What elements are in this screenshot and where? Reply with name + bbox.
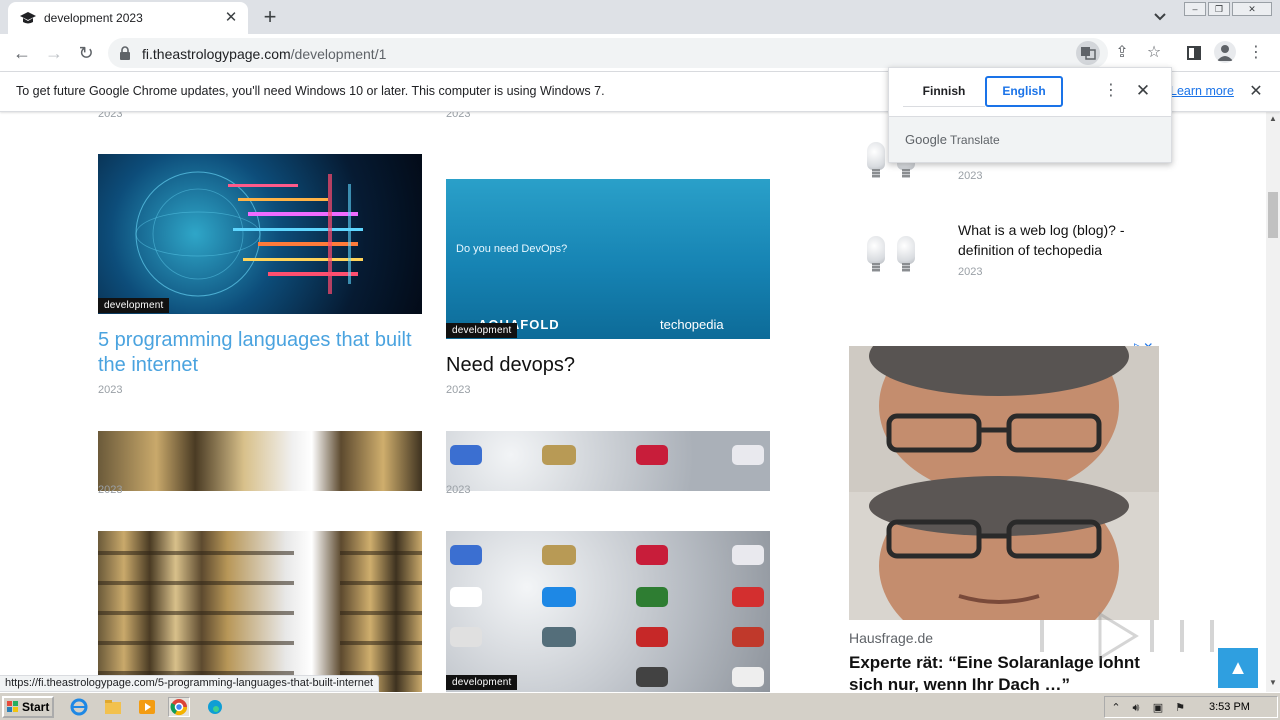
edge-icon[interactable] bbox=[204, 697, 226, 717]
target-language-tab[interactable]: English bbox=[985, 76, 1063, 107]
back-to-top-button[interactable]: ▲ bbox=[1218, 648, 1258, 688]
translate-options-icon[interactable]: ⋮ bbox=[1101, 80, 1121, 102]
post-year: 2023 bbox=[98, 484, 123, 496]
restore-button[interactable]: ❐ bbox=[1208, 2, 1230, 16]
post-title-link[interactable]: 5 programming languages that built the i… bbox=[98, 328, 438, 378]
lightbulb-thumbnail[interactable] bbox=[897, 236, 915, 272]
window-close-button[interactable]: ✕ bbox=[1232, 2, 1272, 16]
network-icon[interactable]: ▣ bbox=[1151, 701, 1165, 715]
post-thumbnail-cipher-machine[interactable] bbox=[98, 431, 422, 491]
windows-taskbar: Start ⌃ 🔊︎ ▣ ⚑ 3:53 PM bbox=[0, 692, 1280, 720]
internet-explorer-icon[interactable] bbox=[68, 697, 90, 717]
scroll-up-arrow-icon[interactable]: ▲ bbox=[1268, 114, 1278, 124]
chrome-taskbar-icon[interactable] bbox=[168, 697, 190, 717]
bookmark-star-icon[interactable]: ☆ bbox=[1142, 41, 1166, 65]
share-icon[interactable]: ⇪ bbox=[1110, 41, 1134, 65]
google-translate-brand: Google Translate bbox=[905, 132, 1000, 147]
sidebar-post-title[interactable]: What is a web log (blog)? - definition o… bbox=[958, 220, 1138, 260]
action-center-flag-icon[interactable]: ⚑ bbox=[1173, 701, 1187, 715]
forward-arrow-icon[interactable]: → bbox=[42, 41, 66, 65]
new-tab-button[interactable]: + bbox=[258, 6, 282, 30]
start-label: Start bbox=[22, 700, 50, 714]
translate-popup: Finnish English ⋮ ✕ Google Translate bbox=[888, 67, 1172, 163]
web-page: 2023 2023 development 5 programming lang… bbox=[0, 112, 1266, 692]
category-badge[interactable]: development bbox=[98, 298, 170, 313]
learn-more-link[interactable]: Learn more bbox=[1170, 84, 1234, 98]
post-thumbnail-app-icons[interactable] bbox=[446, 531, 770, 692]
scrollbar-thumb[interactable] bbox=[1268, 192, 1278, 238]
post-thumbnail-devops[interactable]: Do you need DevOps? AQUAFOLD techopedia bbox=[446, 179, 770, 339]
graduation-cap-icon bbox=[20, 12, 36, 24]
lightbulb-thumbnail[interactable] bbox=[867, 236, 885, 272]
media-player-icon[interactable] bbox=[136, 697, 158, 717]
post-thumbnail-cipher-machine[interactable] bbox=[98, 531, 422, 692]
source-language-tab[interactable]: Finnish bbox=[903, 76, 985, 107]
url-text: fi.theastrologypage.com/development/1 bbox=[142, 46, 387, 62]
post-year: 2023 bbox=[446, 112, 471, 120]
reload-icon[interactable]: ↻ bbox=[74, 41, 98, 65]
post-thumbnail-app-icons[interactable] bbox=[446, 431, 770, 491]
lightbulb-thumbnail[interactable] bbox=[867, 142, 885, 178]
browser-tab[interactable]: development 2023 ✕ bbox=[8, 2, 248, 34]
translate-icon[interactable] bbox=[1076, 41, 1100, 65]
link-status-bubble: https://fi.theastrologypage.com/5-progra… bbox=[0, 675, 380, 692]
kebab-menu-icon[interactable]: ⋮ bbox=[1244, 41, 1268, 65]
translate-footer: Google Translate bbox=[889, 116, 1171, 162]
ad-source[interactable]: Hausfrage.de bbox=[849, 630, 933, 646]
file-explorer-icon[interactable] bbox=[102, 697, 124, 717]
post-year: 2023 bbox=[446, 484, 471, 496]
tab-search-chevron-icon[interactable] bbox=[1150, 8, 1170, 26]
scroll-down-arrow-icon[interactable]: ▼ bbox=[1268, 678, 1278, 688]
back-arrow-icon[interactable]: ← bbox=[10, 41, 34, 65]
infobar-message: To get future Google Chrome updates, you… bbox=[16, 84, 605, 98]
tab-strip: development 2023 ✕ + – ❐ ✕ bbox=[0, 0, 1280, 34]
tab-close-icon[interactable]: ✕ bbox=[222, 9, 240, 27]
start-button[interactable]: Start bbox=[2, 696, 54, 718]
category-badge[interactable]: development bbox=[446, 675, 518, 690]
address-bar[interactable]: fi.theastrologypage.com/development/1 bbox=[108, 38, 1108, 68]
post-year: 2023 bbox=[98, 112, 123, 120]
post-year: 2023 bbox=[446, 384, 471, 396]
ad-image[interactable] bbox=[849, 346, 1159, 620]
profile-avatar-icon[interactable] bbox=[1214, 41, 1236, 63]
category-badge[interactable]: development bbox=[446, 323, 518, 338]
post-thumbnail-digital-globe[interactable] bbox=[98, 154, 422, 314]
minimize-button[interactable]: – bbox=[1184, 2, 1206, 16]
techopedia-logo: techopedia bbox=[660, 317, 724, 332]
volume-icon[interactable]: 🔊︎ bbox=[1129, 701, 1143, 715]
tray-expand-icon[interactable]: ⌃ bbox=[1109, 701, 1123, 715]
taskbar-clock[interactable]: 3:53 PM bbox=[1209, 701, 1250, 713]
system-tray: ⌃ 🔊︎ ▣ ⚑ 3:53 PM bbox=[1104, 696, 1278, 718]
tab-title: development 2023 bbox=[44, 11, 143, 25]
side-panel-icon[interactable] bbox=[1182, 41, 1206, 65]
infobar-close-icon[interactable]: ✕ bbox=[1246, 82, 1266, 102]
thumbnail-caption: Do you need DevOps? bbox=[456, 243, 568, 255]
sidebar-year: 2023 bbox=[958, 170, 983, 182]
page-scrollbar[interactable]: ▲ ▼ bbox=[1266, 112, 1280, 692]
translate-close-icon[interactable]: ✕ bbox=[1133, 80, 1153, 102]
post-year: 2023 bbox=[98, 384, 123, 396]
anyrun-watermark bbox=[1040, 611, 1214, 661]
post-title-link[interactable]: Need devops? bbox=[446, 353, 766, 378]
lock-icon bbox=[120, 46, 130, 60]
sidebar-year: 2023 bbox=[958, 266, 983, 278]
windows-logo-icon bbox=[7, 701, 18, 712]
